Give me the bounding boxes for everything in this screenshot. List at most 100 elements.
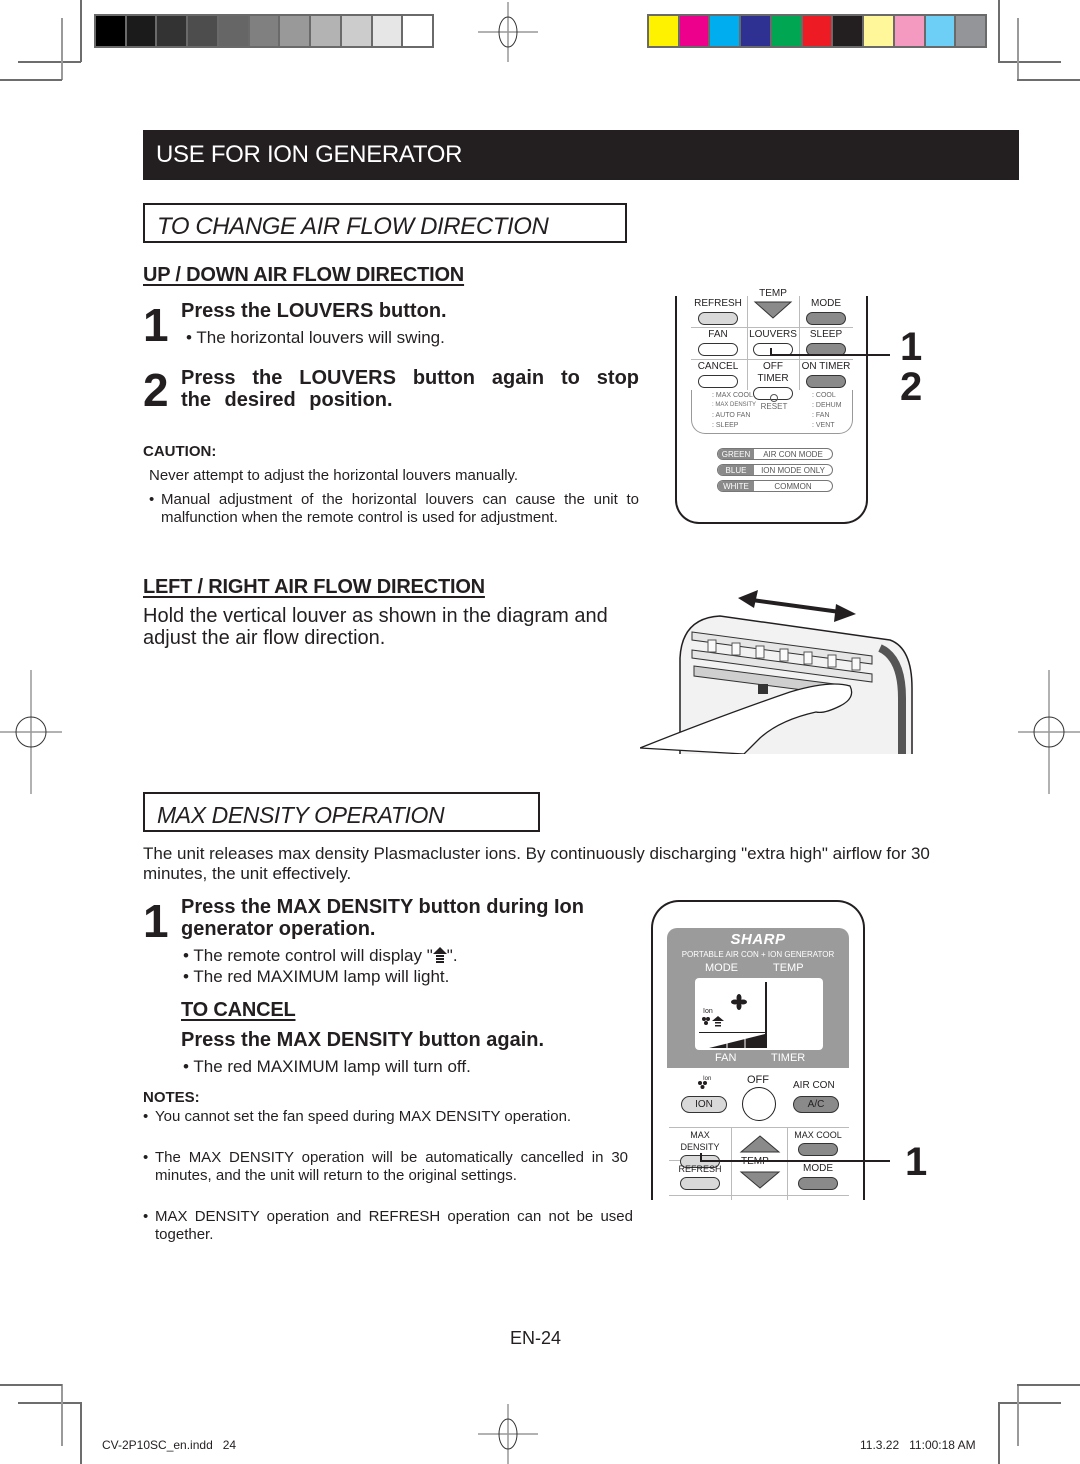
max-density-intro: The unit releases max density Plasmaclus… bbox=[143, 844, 930, 883]
triangle-down-icon bbox=[753, 301, 793, 319]
temp-down-button[interactable] bbox=[739, 1170, 781, 1190]
air-flow-title-box: TO CHANGE AIR FLOW DIRECTION bbox=[143, 203, 627, 243]
callout-line bbox=[770, 354, 890, 356]
crop-mark bbox=[80, 1402, 82, 1464]
reset-button[interactable]: RESET bbox=[760, 394, 788, 411]
callout-line bbox=[700, 1160, 890, 1162]
button-grid-divider bbox=[669, 1195, 849, 1196]
crop-mark bbox=[998, 61, 1061, 63]
file-name: CV-2P10SC_en.indd 24 bbox=[102, 1438, 237, 1452]
crop-mark bbox=[18, 61, 81, 63]
color-legend-row: GREENAIR CON MODE ONLY bbox=[717, 448, 833, 460]
cancel-text: Press the MAX DENSITY button again. bbox=[181, 1029, 545, 1051]
color-swatch bbox=[802, 16, 832, 46]
to-cancel-heading: TO CANCEL bbox=[181, 999, 296, 1021]
max-cool-button[interactable]: MAX COOL bbox=[789, 1129, 847, 1156]
crop-mark bbox=[998, 1402, 1061, 1404]
remote-subtitle: PORTABLE AIR CON + ION GENERATOR bbox=[681, 950, 835, 959]
color-swatch bbox=[280, 16, 310, 46]
refresh-button[interactable]: REFRESH bbox=[691, 298, 745, 325]
color-legend-row: BLUE ION MODE ONLY bbox=[717, 464, 833, 476]
color-swatch bbox=[372, 16, 402, 46]
notes-label: NOTES: bbox=[143, 1089, 200, 1106]
callout-number: 1 bbox=[905, 1140, 928, 1184]
sleep-button[interactable]: SLEEP bbox=[799, 329, 853, 356]
note-item: MAX DENSITY operation and REFRESH operat… bbox=[143, 1208, 633, 1244]
off-label: OFF bbox=[747, 1074, 769, 1086]
color-swatch bbox=[188, 16, 217, 46]
color-swatch bbox=[157, 16, 187, 46]
button-grid-divider bbox=[747, 296, 748, 390]
brand-logo: SHARP bbox=[730, 931, 786, 948]
max-density-icon bbox=[432, 947, 447, 963]
icon-legend: : MAX COOL : MAX DENSITY : AUTO FAN : SL… bbox=[691, 390, 853, 434]
legend-fan: : FAN bbox=[812, 412, 830, 419]
registration-mark-icon bbox=[478, 2, 538, 62]
registration-mark-icon bbox=[0, 670, 62, 794]
timer-label: TIMER bbox=[771, 1052, 806, 1064]
button-grid-divider bbox=[669, 1127, 849, 1128]
legend-auto-fan: : AUTO FAN bbox=[712, 412, 751, 419]
grayscale-color-bar bbox=[94, 14, 434, 48]
registration-mark-icon bbox=[1018, 670, 1080, 794]
legend-vent: : VENT bbox=[812, 422, 835, 429]
color-swatch bbox=[249, 16, 279, 46]
temp-down-button[interactable]: TEMP bbox=[747, 288, 799, 323]
color-swatch bbox=[710, 16, 740, 46]
crop-mark bbox=[0, 79, 62, 81]
crop-mark bbox=[1017, 79, 1080, 81]
ion-icon bbox=[698, 1081, 707, 1089]
color-swatch bbox=[649, 16, 678, 46]
color-swatch bbox=[311, 16, 340, 46]
note-item: You cannot set the fan speed during MAX … bbox=[143, 1108, 628, 1126]
crop-mark bbox=[1017, 1384, 1080, 1386]
cancel-bullet: • The red MAXIMUM lamp will turn off. bbox=[183, 1057, 471, 1076]
temp-up-button[interactable] bbox=[739, 1134, 781, 1154]
color-swatch bbox=[833, 16, 863, 46]
temp-label: TEMP bbox=[741, 1156, 769, 1167]
step-bullet: • The red MAXIMUM lamp will light. bbox=[183, 967, 450, 986]
power-off-button[interactable] bbox=[742, 1087, 776, 1121]
max-density-icon bbox=[702, 1016, 724, 1027]
left-right-heading: LEFT / RIGHT AIR FLOW DIRECTION bbox=[143, 576, 485, 598]
max-density-title: MAX DENSITY OPERATION bbox=[157, 802, 445, 828]
color-swatch bbox=[771, 16, 801, 46]
mode-button[interactable]: MODE bbox=[799, 298, 853, 325]
mode-button[interactable]: MODE bbox=[789, 1163, 847, 1190]
up-down-heading: UP / DOWN AIR FLOW DIRECTION bbox=[143, 264, 465, 286]
ion-button[interactable]: ION bbox=[681, 1096, 727, 1113]
refresh-button[interactable]: REFRESH bbox=[671, 1163, 729, 1190]
on-timer-button[interactable]: ON TIMER bbox=[799, 361, 853, 388]
color-swatch bbox=[679, 16, 709, 46]
remote-control-illustration: REFRESH TEMP MODE FAN LOUVERS SLEEP CANC… bbox=[675, 288, 868, 524]
remote-control-front-illustration: SHARP PORTABLE AIR CON + ION GENERATOR M… bbox=[651, 900, 865, 1200]
legend-dehum: : DEHUM bbox=[812, 402, 842, 409]
ac-button[interactable]: A/C bbox=[793, 1096, 839, 1113]
button-grid-divider bbox=[691, 327, 853, 328]
caution-bullet: Manual adjustment of the horizontal louv… bbox=[149, 491, 639, 527]
cancel-button[interactable]: CANCEL bbox=[691, 361, 745, 388]
page-number: EN-24 bbox=[510, 1328, 562, 1348]
crop-mark bbox=[61, 18, 63, 80]
callout-tick bbox=[700, 1153, 702, 1161]
air-con-label: AIR CON bbox=[793, 1080, 835, 1091]
crop-mark bbox=[1017, 1384, 1019, 1446]
color-swatch bbox=[341, 16, 371, 46]
lcd-display: Ion bbox=[695, 978, 823, 1050]
legend-cool: : COOL bbox=[812, 392, 836, 399]
double-arrow-icon bbox=[738, 590, 856, 622]
button-grid-divider bbox=[691, 359, 853, 360]
color-swatch bbox=[96, 16, 125, 46]
step-number: 1 bbox=[143, 299, 169, 351]
step-text: Press the MAX DENSITY button during Ion … bbox=[181, 896, 584, 940]
crop-mark bbox=[61, 1384, 63, 1446]
crop-mark bbox=[18, 1402, 81, 1404]
callout-number: 2 bbox=[900, 365, 923, 409]
color-swatch bbox=[218, 16, 248, 46]
crop-mark bbox=[1017, 18, 1019, 80]
lcd-divider bbox=[699, 1032, 765, 1034]
fan-button[interactable]: FAN bbox=[691, 329, 745, 356]
air-flow-title: TO CHANGE AIR FLOW DIRECTION bbox=[157, 213, 549, 240]
louvers-button[interactable]: LOUVERS bbox=[747, 329, 799, 356]
color-swatch bbox=[126, 16, 156, 46]
